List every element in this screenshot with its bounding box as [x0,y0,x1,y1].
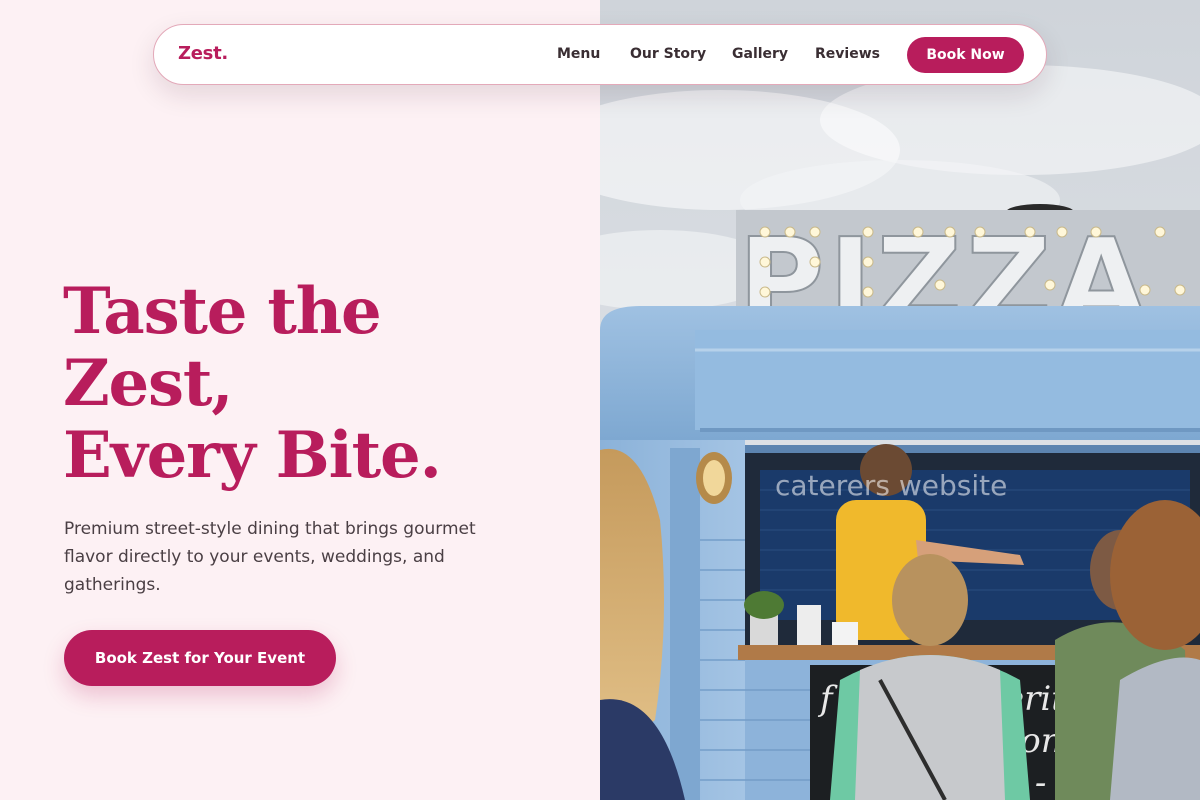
hero-title: Taste the Zest, Every Bite. [63,276,563,492]
nav-link-reviews[interactable]: Reviews [815,46,880,62]
top-navigation: Zest. Menu Our Story Gallery Reviews Boo… [153,24,1047,85]
hero-title-line-3: Every Bite. [63,418,442,493]
hero-food-truck-image: PIZZA f erit roni - caterers website [600,0,1200,800]
image-watermark: caterers website [775,469,1007,502]
hero-title-line-2: Zest, [63,346,234,421]
brand-logo[interactable]: Zest. [178,43,228,64]
book-now-button[interactable]: Book Now [907,37,1024,73]
hero-title-line-1: Taste the [63,274,382,349]
nav-link-menu[interactable]: Menu [557,46,600,62]
nav-link-gallery[interactable]: Gallery [732,46,788,62]
hero-subtitle: Premium street-style dining that brings … [64,519,476,595]
nav-link-our-story[interactable]: Our Story [630,46,706,62]
book-event-button[interactable]: Book Zest for Your Event [64,630,336,686]
